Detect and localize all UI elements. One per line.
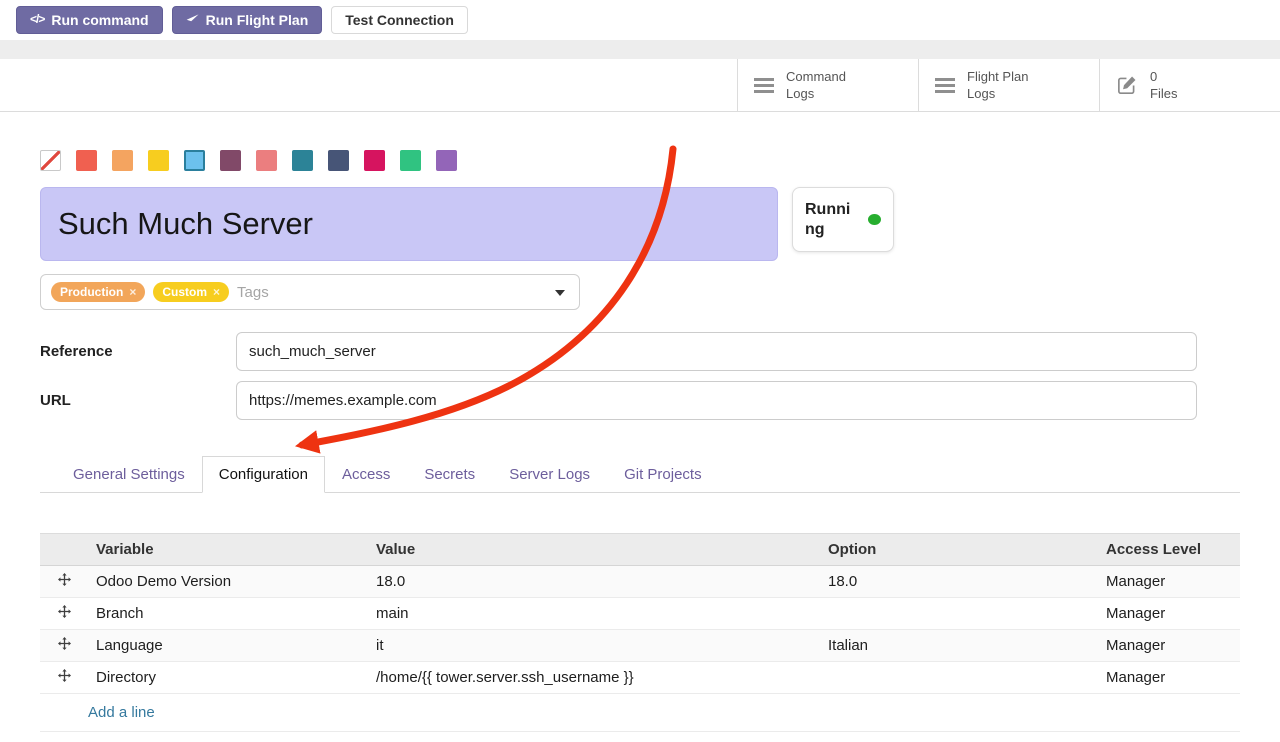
tag-custom-label: Custom — [162, 285, 207, 299]
cell-value[interactable]: /home/{{ tower.server.ssh_username }} — [368, 662, 820, 694]
list-icon — [754, 78, 774, 93]
color-swatch-row — [40, 150, 1240, 171]
tag-remove-icon[interactable]: × — [129, 285, 136, 299]
configuration-variables-table: Variable Value Option Access Level Odoo … — [40, 533, 1240, 732]
tab-access[interactable]: Access — [325, 456, 407, 493]
color-swatch-yellow[interactable] — [148, 150, 169, 171]
command-logs-label: Command Logs — [786, 68, 866, 103]
table-row: Branch main Manager — [40, 598, 1240, 630]
cell-value[interactable]: it — [368, 630, 820, 662]
drag-handle-icon[interactable] — [40, 662, 88, 694]
status-green-dot-icon — [868, 214, 881, 225]
chevron-down-icon[interactable] — [555, 290, 565, 296]
table-row: Odoo Demo Version 18.0 18.0 Manager — [40, 566, 1240, 598]
files-label: 0 Files — [1150, 68, 1230, 103]
edit-pencil-icon — [1116, 74, 1138, 96]
column-header-handle — [40, 534, 88, 566]
gray-divider-strip — [0, 40, 1280, 59]
tag-production: Production × — [51, 282, 145, 302]
server-name-input[interactable]: Such Much Server — [40, 187, 778, 261]
cell-value[interactable]: 18.0 — [368, 566, 820, 598]
table-row: Directory /home/{{ tower.server.ssh_user… — [40, 662, 1240, 694]
tab-configuration[interactable]: Configuration — [202, 456, 325, 493]
tab-secrets[interactable]: Secrets — [407, 456, 492, 493]
run-flight-plan-button[interactable]: Run Flight Plan — [172, 6, 323, 34]
tags-input[interactable]: Production × Custom × Tags — [40, 274, 580, 310]
tags-placeholder: Tags — [237, 284, 269, 301]
tag-custom: Custom × — [153, 282, 229, 302]
files-text: Files — [1150, 85, 1230, 103]
color-swatch-purple[interactable] — [436, 150, 457, 171]
add-a-line-link[interactable]: Add a line — [88, 704, 155, 721]
status-card: Running — [792, 187, 894, 252]
main-content: Such Much Server Running Production × Cu… — [0, 150, 1280, 732]
code-icon: </> — [30, 13, 44, 27]
table-row: Language it Italian Manager — [40, 630, 1240, 662]
cell-access-level[interactable]: Manager — [1098, 566, 1240, 598]
cell-access-level[interactable]: Manager — [1098, 598, 1240, 630]
color-swatch-light-blue-selected[interactable] — [184, 150, 205, 171]
drag-handle-icon[interactable] — [40, 630, 88, 662]
files-button[interactable]: 0 Files — [1099, 59, 1280, 111]
cell-value[interactable]: main — [368, 598, 820, 630]
color-swatch-fuchsia[interactable] — [364, 150, 385, 171]
run-flight-plan-label: Run Flight Plan — [206, 12, 309, 28]
files-count: 0 — [1150, 68, 1230, 86]
paper-plane-icon — [186, 14, 199, 27]
reference-input[interactable]: such_much_server — [236, 332, 1197, 371]
test-connection-label: Test Connection — [345, 12, 454, 28]
tag-remove-icon[interactable]: × — [213, 285, 220, 299]
tab-git-projects[interactable]: Git Projects — [607, 456, 719, 493]
flight-plan-logs-label: Flight Plan Logs — [967, 68, 1047, 103]
test-connection-button[interactable]: Test Connection — [331, 6, 468, 34]
color-swatch-salmon[interactable] — [256, 150, 277, 171]
color-swatch-dark-purple[interactable] — [220, 150, 241, 171]
cell-option[interactable]: 18.0 — [820, 566, 1098, 598]
cell-variable[interactable]: Directory — [88, 662, 368, 694]
run-command-button[interactable]: </> Run command — [16, 6, 163, 34]
cell-option[interactable] — [820, 598, 1098, 630]
cell-variable[interactable]: Language — [88, 630, 368, 662]
column-header-variable: Variable — [88, 534, 368, 566]
color-swatch-red[interactable] — [76, 150, 97, 171]
color-swatch-teal[interactable] — [292, 150, 313, 171]
flight-plan-logs-button[interactable]: Flight Plan Logs — [918, 59, 1099, 111]
tab-bar: General Settings Configuration Access Se… — [40, 456, 1240, 493]
cell-access-level[interactable]: Manager — [1098, 630, 1240, 662]
tab-general-settings[interactable]: General Settings — [56, 456, 202, 493]
tag-production-label: Production — [60, 285, 123, 299]
drag-handle-icon[interactable] — [40, 566, 88, 598]
color-swatch-navy[interactable] — [328, 150, 349, 171]
top-toolbar: </> Run command Run Flight Plan Test Con… — [0, 0, 1280, 40]
stat-header: Command Logs Flight Plan Logs 0 Files — [0, 59, 1280, 112]
cell-variable[interactable]: Odoo Demo Version — [88, 566, 368, 598]
status-label: Running — [805, 200, 859, 240]
tab-server-logs[interactable]: Server Logs — [492, 456, 607, 493]
column-header-value: Value — [368, 534, 820, 566]
color-swatch-none[interactable] — [40, 150, 61, 171]
column-header-access-level: Access Level — [1098, 534, 1240, 566]
url-label: URL — [40, 392, 236, 409]
run-command-label: Run command — [51, 12, 148, 28]
drag-handle-icon[interactable] — [40, 598, 88, 630]
reference-label: Reference — [40, 343, 236, 360]
url-input[interactable]: https://memes.example.com — [236, 381, 1197, 420]
cell-variable[interactable]: Branch — [88, 598, 368, 630]
cell-option[interactable] — [820, 662, 1098, 694]
cell-access-level[interactable]: Manager — [1098, 662, 1240, 694]
list-icon — [935, 78, 955, 93]
color-swatch-green[interactable] — [400, 150, 421, 171]
cell-option[interactable]: Italian — [820, 630, 1098, 662]
color-swatch-orange[interactable] — [112, 150, 133, 171]
column-header-option: Option — [820, 534, 1098, 566]
command-logs-button[interactable]: Command Logs — [737, 59, 918, 111]
